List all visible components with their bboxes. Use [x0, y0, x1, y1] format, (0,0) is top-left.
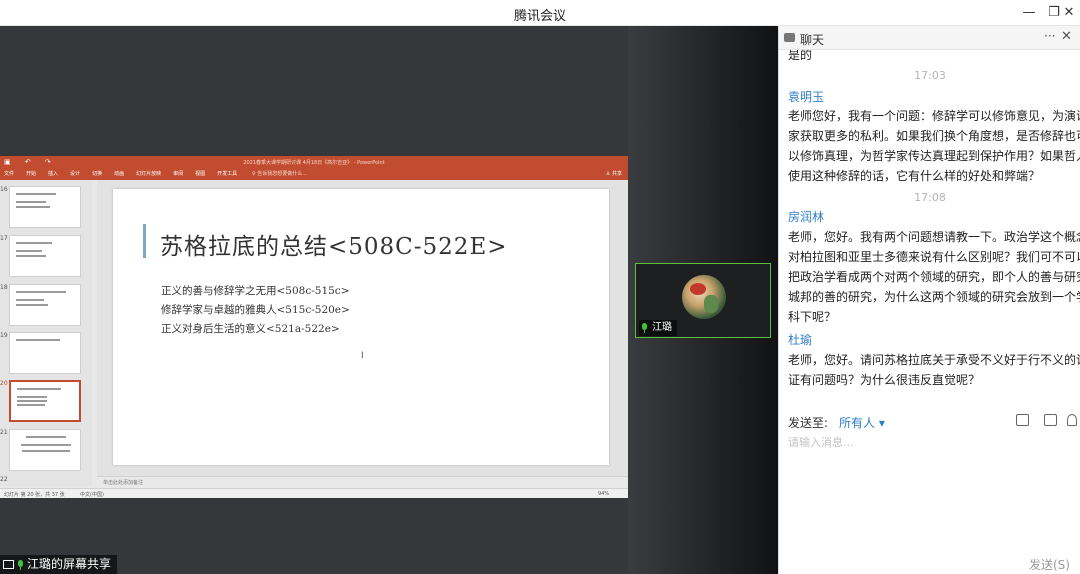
chat-input[interactable]: 请输入消息...: [788, 434, 854, 450]
slide-accent-bar: [143, 224, 146, 258]
screen-share-area: ▣ ↶ ↷ 2021春季大课学期研讨课 4月18日《高尔吉亚》 - PowerP…: [0, 26, 628, 574]
minimize-button[interactable]: —: [1018, 3, 1040, 23]
chat-sender-name: 杜瑜: [788, 333, 813, 347]
notes-placeholder: 单击此处添加备注: [103, 480, 144, 486]
chat-send-toolbar: 发送至: 所有人 ▾: [779, 410, 1080, 434]
shared-powerpoint-window: ▣ ↶ ↷ 2021春季大课学期研讨课 4月18日《高尔吉亚》 - PowerP…: [0, 156, 628, 498]
chat-message-text: 把政治学看成两个对两个领域的研究，即个人的善与研究: [788, 270, 1080, 284]
slide-thumbnail: [9, 235, 81, 277]
send-target-dropdown[interactable]: 所有人 ▾: [839, 414, 885, 431]
chat-message-text: 证有问题吗？为什么很违反直觉呢？: [788, 373, 981, 387]
ppt-menu-item: 切换: [92, 171, 103, 177]
slide-thumbnail: [9, 284, 81, 326]
current-slide: 苏格拉底的总结<508C-522E> 正义的善与修辞学之无用<508c-515c…: [113, 189, 609, 465]
chat-sender-name: 袁明玉: [788, 90, 825, 104]
slide-bullet: 正义对身后生活的意义<521a-522e>: [161, 323, 340, 335]
window-title: 腾讯会议: [513, 9, 566, 24]
chat-panel: 聊天 ··· ✕ 是的 17:03 袁明玉 老师您好，我有一个问题：修辞学可以修…: [778, 26, 1080, 574]
chat-message-text: 城邦的善的研究，为什么这两个领域的研究会放到一个学: [788, 290, 1080, 304]
ppt-thumbnail-pane: 16 17 18 19 20 21 22: [0, 180, 92, 486]
participant-name: 江璐: [652, 322, 672, 333]
slide-title: 苏格拉底的总结<508C-522E>: [160, 234, 508, 260]
chat-message-text: 老师您好，我有一个问题：修辞学可以修饰意见，为演说: [788, 109, 1080, 123]
slide-thumbnail-selected: [9, 380, 81, 422]
file-icon[interactable]: [1016, 414, 1029, 426]
thumb-number: 21: [0, 429, 8, 436]
slide-thumbnail: [9, 332, 81, 374]
thumb-number: 16: [0, 186, 8, 193]
ppt-window-title: 2021春季大课学期研讨课 4月18日《高尔吉亚》 - PowerPoint: [243, 160, 385, 166]
ppt-tell-me: ♀ 告诉我您想要做什么...: [252, 171, 308, 177]
ppt-menu-item: 视图: [195, 171, 206, 177]
close-button[interactable]: ✕: [1058, 3, 1080, 23]
screen-share-label: 江璐的屏幕共享: [0, 555, 118, 574]
chat-message-text: 对柏拉图和亚里士多德来说有什么区别呢？我们可不可以: [788, 250, 1080, 264]
thumb-number: 17: [0, 235, 8, 242]
ppt-menu-item: 审阅: [173, 171, 184, 177]
send-button[interactable]: 发送(S): [1029, 556, 1070, 573]
chat-message-text: 老师，您好。我有两个问题想请教一下。政治学这个概念: [788, 230, 1080, 244]
language-indicator: 中文(中国): [80, 492, 104, 498]
zoom-level: 94%: [598, 491, 610, 497]
ppt-menu-item: 插入: [48, 171, 59, 177]
microphone-icon: [641, 323, 648, 333]
chat-bubble-icon: [784, 33, 795, 42]
chat-close-button[interactable]: ✕: [1061, 29, 1072, 44]
chat-title: 聊天: [800, 33, 825, 47]
participant-tile[interactable]: 江璐: [635, 263, 771, 338]
text-cursor: I: [361, 351, 364, 361]
participant-name-tag: 江璐: [639, 320, 677, 336]
ppt-menu-item: 幻灯片放映: [136, 171, 162, 177]
chat-timestamp: 17:08: [914, 191, 946, 204]
screenshot-icon[interactable]: [1044, 414, 1057, 426]
user-icon[interactable]: [1067, 414, 1077, 426]
chat-message-text: 使用这种修辞的话，它有什么样的好处和弊端？: [788, 169, 1041, 183]
thumb-number: 19: [0, 332, 8, 339]
chat-message-text: 老师，您好。请问苏格拉底关于承受不义好于行不义的论: [788, 353, 1080, 367]
title-bar: 腾讯会议 — ❐ ✕: [0, 0, 1080, 26]
ppt-share: ♙ 共享: [605, 171, 622, 177]
microphone-icon: [17, 559, 24, 570]
chat-message-list[interactable]: 是的 17:03 袁明玉 老师您好，我有一个问题：修辞学可以修饰意见，为演说 家…: [779, 50, 1080, 418]
send-to-label: 发送至:: [788, 416, 829, 430]
ppt-menu-item: 动画: [114, 171, 125, 177]
ppt-menu: 文件 开始 插入 设计 切换 动画 幻灯片放映 审阅 视图 开发工具: [4, 170, 249, 179]
thumb-number: 20: [0, 380, 8, 387]
chat-timestamp: 17:03: [914, 69, 946, 82]
chat-header: 聊天 ··· ✕: [779, 26, 1080, 50]
chat-message-text: 科下呢？: [788, 310, 837, 324]
chat-message-text: 是的: [788, 50, 813, 62]
screen-share-icon: [3, 560, 14, 569]
thumb-number: 18: [0, 284, 8, 291]
ppt-menu-item: 文件: [4, 171, 15, 177]
slide-counter: 幻灯片 第 20 张，共 37 张: [4, 492, 65, 498]
thumb-number: 22: [0, 476, 8, 483]
ppt-ribbon: ▣ ↶ ↷ 2021春季大课学期研讨课 4月18日《高尔吉亚》 - PowerP…: [0, 156, 628, 180]
chat-message-text: 家获取更多的私利。如果我们换个角度想，是否修辞也可: [788, 129, 1080, 143]
more-options-button[interactable]: ···: [1044, 29, 1055, 43]
notes-pane: 单击此处添加备注: [97, 476, 628, 488]
avatar: [682, 275, 726, 319]
ppt-menu-item: 设计: [70, 171, 81, 177]
ppt-status-bar: 幻灯片 第 20 张，共 37 张 中文(中国) 94%: [0, 488, 628, 498]
ppt-menu-item: 开始: [26, 171, 37, 177]
screen-share-text: 江璐的屏幕共享: [27, 557, 112, 571]
chat-message-text: 以修饰真理，为哲学家传达真理起到保护作用？如果哲人: [788, 149, 1080, 163]
ppt-menu-item: 开发工具: [217, 171, 238, 177]
slide-thumbnail: [9, 186, 81, 228]
slide-bullet: 正义的善与修辞学之无用<508c-515c>: [161, 285, 350, 297]
chat-sender-name: 房润林: [788, 210, 825, 224]
slide-bullet: 修辞学家与卓越的雅典人<515c-520e>: [161, 304, 350, 316]
slide-thumbnail: [9, 429, 81, 471]
